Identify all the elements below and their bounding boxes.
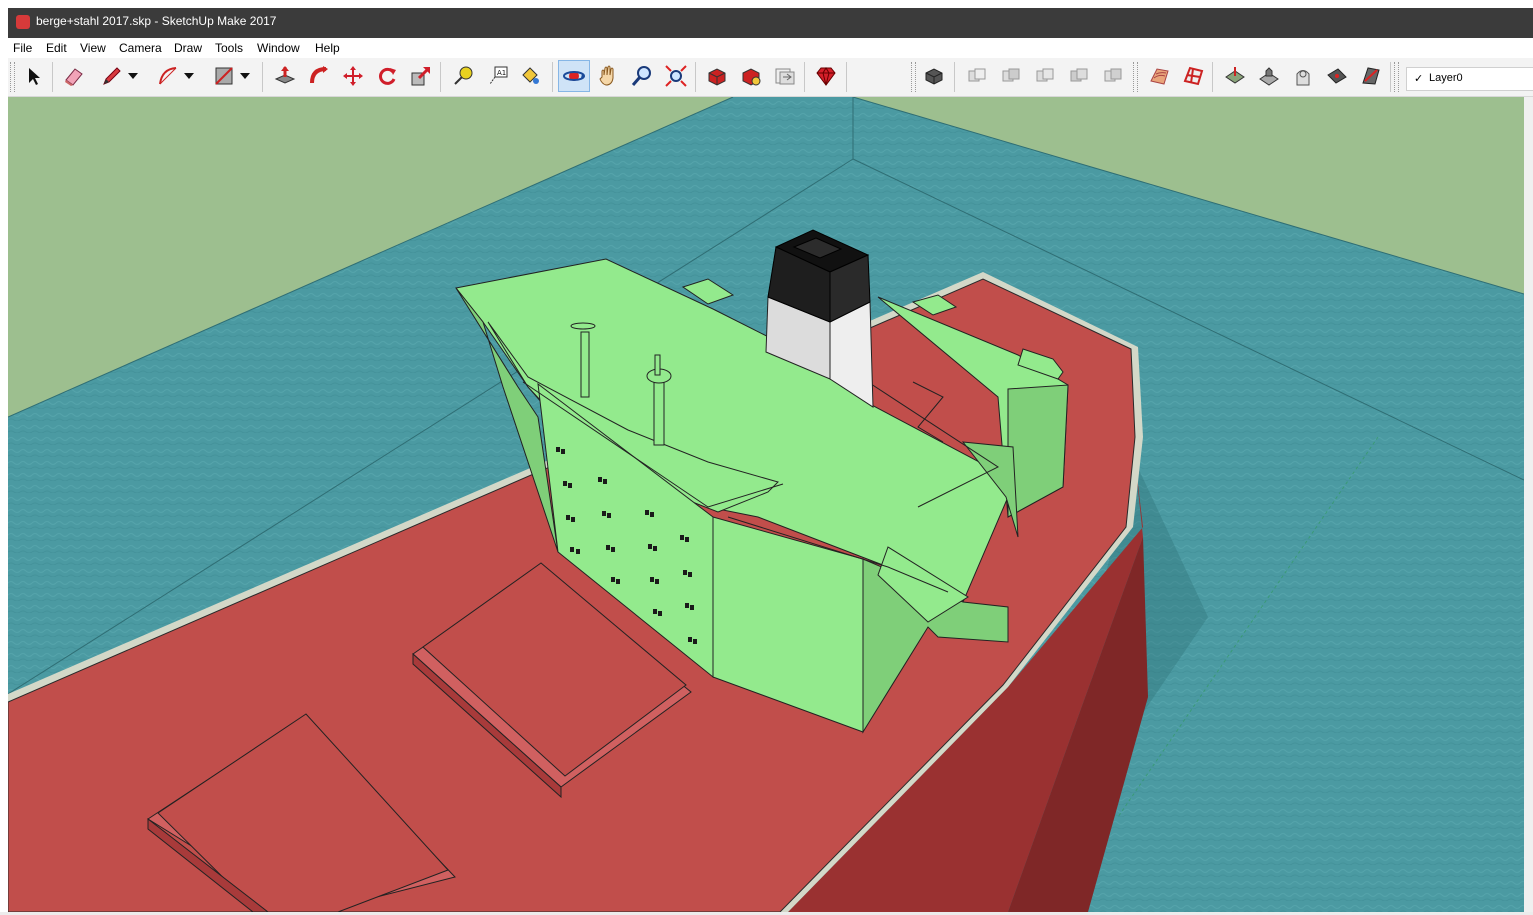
menu-view[interactable]: View (80, 41, 106, 55)
orbit-icon[interactable] (558, 60, 590, 92)
layer-select[interactable]: ✓ Layer0 (1406, 67, 1533, 91)
window-left-edge (0, 97, 8, 915)
chevron-down-icon[interactable] (238, 62, 252, 90)
menu-window[interactable]: Window (257, 41, 300, 55)
3d-warehouse-icon[interactable] (703, 62, 731, 90)
model-canvas[interactable] (8, 97, 1524, 912)
svg-text:A1: A1 (497, 69, 506, 77)
sketchup-app-icon (16, 15, 30, 29)
toolbar-grip[interactable] (10, 62, 15, 92)
extension-manager-icon[interactable] (812, 62, 840, 90)
extension-warehouse-icon[interactable] (737, 62, 765, 90)
add-detail-icon[interactable] (1323, 62, 1351, 90)
zoom-extents-icon[interactable] (662, 62, 690, 90)
sandbox-scratch-icon[interactable] (1179, 62, 1207, 90)
rotate-icon[interactable] (373, 62, 401, 90)
move-icon[interactable] (339, 62, 367, 90)
push-pull-icon[interactable] (271, 62, 299, 90)
component-icon[interactable] (920, 62, 948, 90)
flip-edge-icon[interactable] (1357, 62, 1385, 90)
menu-help[interactable]: Help (315, 41, 340, 55)
scale-icon[interactable] (407, 62, 435, 90)
pan-icon[interactable] (594, 62, 622, 90)
follow-me-icon[interactable] (305, 62, 333, 90)
zoom-icon[interactable] (628, 62, 656, 90)
title-bar: berge+stahl 2017.skp - SketchUp Make 201… (0, 0, 1533, 38)
smoove-icon[interactable] (1221, 62, 1249, 90)
toolbar: A1 ✓ Layer0 (8, 58, 1533, 97)
tape-measure-icon[interactable] (449, 62, 477, 90)
menu-bar: File Edit View Camera Draw Tools Window … (8, 38, 1533, 58)
subtract-icon[interactable] (1065, 62, 1093, 90)
window-title: berge+stahl 2017.skp - SketchUp Make 201… (36, 14, 277, 28)
menu-tools[interactable]: Tools (215, 41, 243, 55)
chevron-down-icon[interactable] (182, 62, 196, 90)
menu-file[interactable]: File (13, 41, 32, 55)
arc-icon[interactable] (154, 62, 182, 90)
chevron-down-icon[interactable] (126, 62, 140, 90)
layout-icon[interactable] (771, 62, 799, 90)
sandbox-contours-icon[interactable] (1145, 62, 1173, 90)
model-viewport[interactable] (8, 97, 1524, 912)
menu-edit[interactable]: Edit (46, 41, 67, 55)
vertical-scrollbar[interactable] (1524, 97, 1533, 912)
select-icon[interactable] (20, 62, 48, 90)
trim-icon[interactable] (1099, 62, 1127, 90)
menu-camera[interactable]: Camera (119, 41, 162, 55)
eraser-icon[interactable] (60, 62, 88, 90)
rectangle-icon[interactable] (210, 62, 238, 90)
outer-shell-icon[interactable] (963, 62, 991, 90)
intersect-icon[interactable] (997, 62, 1025, 90)
layer-check-icon: ✓ (1414, 73, 1424, 85)
pencil-line-icon[interactable] (98, 62, 126, 90)
drape-icon[interactable] (1289, 62, 1317, 90)
paint-bucket-icon[interactable] (516, 62, 544, 90)
union-icon[interactable] (1031, 62, 1059, 90)
current-layer-label: Layer0 (1429, 72, 1463, 84)
stamp-icon[interactable] (1255, 62, 1283, 90)
menu-draw[interactable]: Draw (174, 41, 202, 55)
text-icon[interactable]: A1 (484, 62, 512, 90)
